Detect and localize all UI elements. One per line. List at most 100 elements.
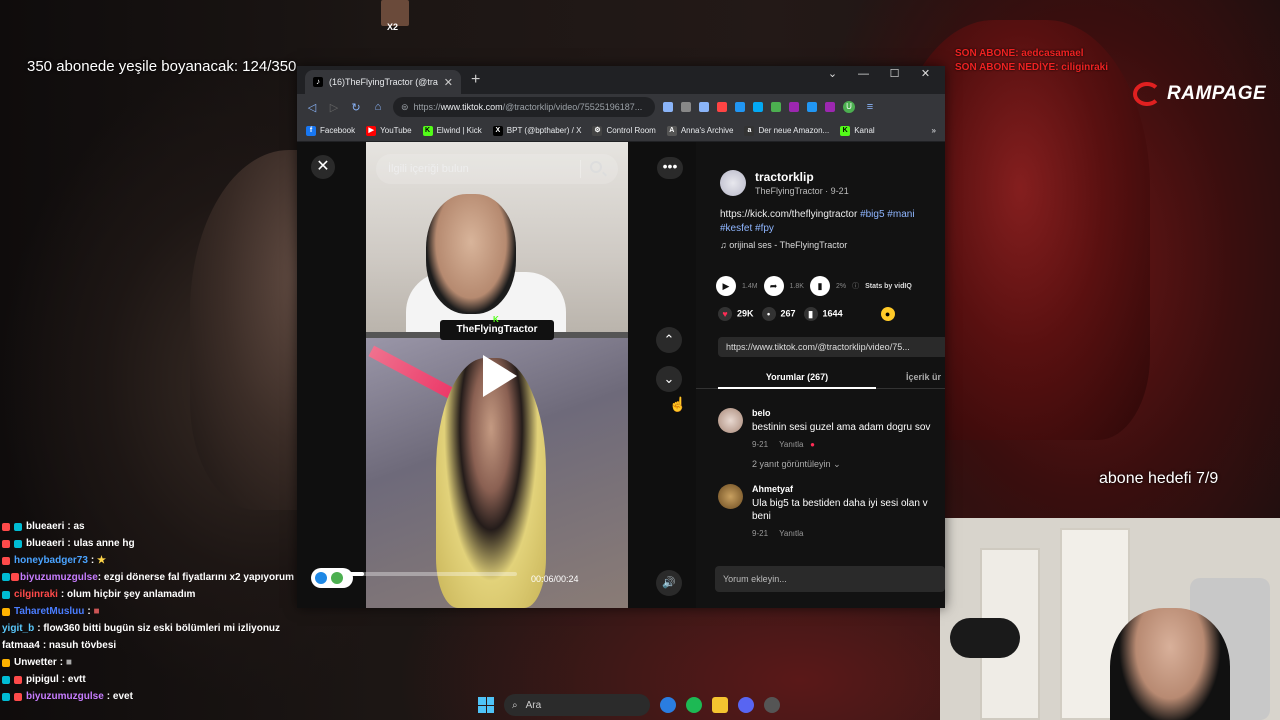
comment-text-continued: beni	[752, 511, 771, 522]
chevron-down-icon: ⌄	[833, 459, 841, 469]
bookmark-item[interactable]: ⚙ Control Room	[592, 125, 656, 136]
tiktok-page: ✕ TheFlyingTractor İlgili içeriği bulun	[297, 142, 945, 608]
forward-icon[interactable]: ▷	[327, 101, 341, 114]
bookmark-item[interactable]: ▶ YouTube	[366, 125, 412, 136]
commenter-avatar[interactable]	[718, 484, 743, 509]
comment-button[interactable]: • 267	[761, 307, 796, 321]
next-video-button[interactable]: ⌄	[656, 366, 682, 392]
more-bookmarks-icon[interactable]: »	[932, 126, 936, 135]
description-link[interactable]: https://kick.com/theflyingtractor	[720, 209, 860, 220]
chat-badge-icon	[14, 675, 22, 684]
comment-text: bestinin sesi guzel ama adam dogru sov	[752, 422, 931, 433]
chat-emote-icon: ■	[93, 606, 100, 617]
description-hashtags[interactable]: #big5 #mani	[860, 209, 914, 220]
save-button[interactable]: ▮ 1644	[803, 307, 843, 321]
vidiq-actions: ▶ 1.4M ➦ 1.8K ▮ 2% ⓘ Stats by vidIQ	[716, 276, 912, 296]
kick-icon: K	[840, 125, 851, 136]
reply-button[interactable]: Yanıtla	[779, 529, 803, 538]
tab-creator-content[interactable]: İçerik ür	[906, 367, 941, 382]
reload-icon[interactable]: ↻	[349, 101, 363, 114]
chat-badge-icon	[2, 539, 10, 548]
url-path: /@tractorklip/video/75525196187...	[502, 102, 643, 112]
coin-icon[interactable]: ●	[880, 307, 895, 321]
tab-comments[interactable]: Yorumlar (267)	[718, 367, 876, 389]
play-icon[interactable]: ▶	[716, 276, 736, 296]
video-search-input[interactable]: İlgili içeriği bulun	[376, 154, 618, 184]
extension-icon[interactable]	[681, 102, 691, 112]
profile-avatar[interactable]: U	[843, 101, 855, 113]
description-hashtags[interactable]: #kesfet #fpy	[720, 223, 774, 234]
chart-icon[interactable]: ▮	[809, 276, 830, 296]
back-icon[interactable]: ◁	[305, 101, 319, 114]
extension-icon[interactable]	[807, 102, 817, 112]
comment-input[interactable]: Yorum ekleyin...	[715, 566, 945, 592]
search-icon[interactable]	[590, 161, 602, 173]
browser-tab[interactable]: ♪ (16)TheFlyingTractor (@tractorkl ✕	[305, 70, 461, 94]
play-icon[interactable]	[483, 355, 517, 397]
close-tab-icon[interactable]: ✕	[444, 76, 453, 89]
chat-message: : ★	[90, 555, 106, 566]
extension-icon[interactable]	[771, 102, 781, 112]
bookmark-item[interactable]: f Facebook	[306, 125, 355, 136]
comment-username[interactable]: belo	[752, 408, 771, 418]
address-bar[interactable]: ⊜ https://www.tiktok.com/@tractorklip/vi…	[393, 97, 655, 117]
maximize-button[interactable]: ☐	[879, 66, 910, 84]
menu-icon[interactable]: ≡	[863, 101, 877, 113]
extension-icon[interactable]	[735, 102, 745, 112]
author-name[interactable]: tractorklip	[755, 170, 814, 184]
file-explorer-icon[interactable]	[712, 697, 728, 713]
chat-message-text: nasuh tövbesi	[48, 640, 117, 651]
site-info-icon[interactable]: ⊜	[401, 102, 409, 113]
chat-message: : ulas anne hg	[67, 538, 135, 549]
previous-video-button[interactable]: ⌃	[656, 327, 682, 353]
progress-overlay-extension[interactable]	[311, 568, 353, 588]
bookmark-item[interactable]: K Kanal	[840, 125, 875, 136]
chat-message-text: flow360 bitti bugün siz eski bölümleri m…	[43, 623, 281, 634]
info-icon[interactable]: ⓘ	[852, 281, 859, 291]
tab-search-icon[interactable]: ⌄	[817, 66, 848, 84]
close-window-button[interactable]: ✕	[910, 66, 941, 84]
chrome-icon[interactable]	[660, 697, 676, 713]
video-frame[interactable]: TheFlyingTractor İlgili içeriği bulun	[366, 142, 628, 608]
author-avatar[interactable]	[720, 170, 746, 196]
chat-emote-icon: ★	[97, 555, 106, 566]
discord-icon[interactable]	[738, 697, 754, 713]
engagement-stats: ♥ 29K • 267 ▮ 1644 ●	[718, 307, 900, 321]
extension-icon[interactable]	[717, 102, 727, 112]
extension-play-icon	[315, 572, 327, 584]
minimize-button[interactable]: —	[848, 66, 879, 84]
music-info[interactable]: ♫ orijinal ses - TheFlyingTractor	[720, 240, 847, 250]
bookmark-item[interactable]: X BPT (@bpthaber) / X	[492, 125, 581, 136]
bookmark-item[interactable]: K Elwind | Kick	[422, 125, 482, 136]
commenter-avatar[interactable]	[718, 408, 743, 433]
volume-icon[interactable]: 🔊	[656, 570, 682, 596]
video-link-field[interactable]: https://www.tiktok.com/@tractorklip/vide…	[718, 337, 945, 357]
extension-icon[interactable]	[789, 102, 799, 112]
new-tab-button[interactable]: +	[471, 71, 480, 89]
home-icon[interactable]: ⌂	[371, 101, 385, 113]
son-abone-line2: SON ABONE NEDİYE: ciliginraki	[955, 62, 1108, 73]
comment-username[interactable]: Ahmetyaf	[752, 484, 793, 494]
extension-icon[interactable]	[699, 102, 709, 112]
spotify-icon[interactable]	[686, 697, 702, 713]
close-video-button[interactable]: ✕	[311, 155, 335, 179]
windows-start-icon[interactable]	[478, 697, 494, 713]
share-icon[interactable]: ➦	[763, 276, 784, 296]
chat-message: : as	[67, 521, 85, 532]
settings-icon[interactable]	[764, 697, 780, 713]
extension-icon[interactable]	[753, 102, 763, 112]
bookmark-item[interactable]: a Der neue Amazon...	[744, 125, 829, 136]
rampage-icon	[1133, 82, 1161, 106]
vidiq-stats-label[interactable]: Stats by vidIQ	[865, 283, 912, 290]
extension-icon[interactable]	[825, 102, 835, 112]
like-button[interactable]: ♥ 29K	[718, 307, 754, 321]
chat-user: TaharetMusluu	[14, 606, 85, 617]
bookmark-item[interactable]: A Anna's Archive	[666, 125, 733, 136]
chat-user: fatmaa4	[2, 640, 40, 651]
taskbar-search[interactable]: ⌕ Ara	[504, 694, 650, 716]
more-options-button[interactable]: •••	[657, 157, 683, 179]
url-domain: www.tiktok.com	[440, 102, 503, 112]
view-replies-button[interactable]: 2 yanıt görüntüleyin ⌄	[752, 459, 841, 470]
reply-button[interactable]: Yanıtla	[779, 440, 803, 449]
extension-icon[interactable]	[663, 102, 673, 112]
